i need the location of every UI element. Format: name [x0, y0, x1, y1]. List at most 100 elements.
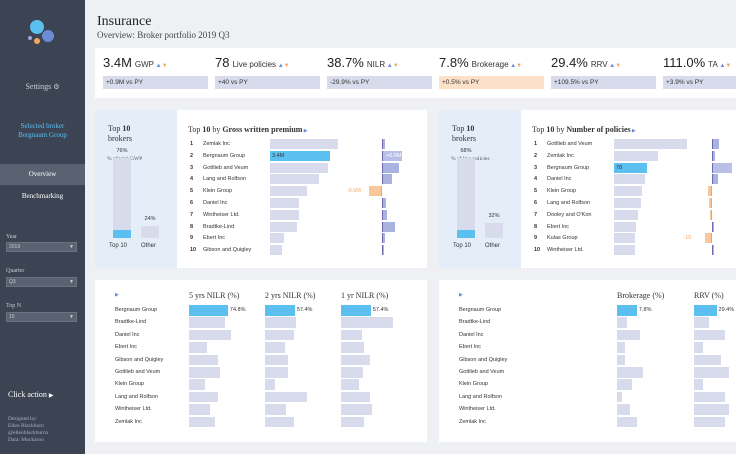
kpi-delta: +0.5% vs PY — [439, 76, 544, 89]
ranking-row[interactable]: 10 Gibson and Quigley — [188, 245, 423, 256]
gear-icon: ⚙ — [53, 83, 60, 91]
play-icon[interactable]: ▶ — [302, 129, 308, 134]
kpi-delta: -29.9% vs PY — [327, 76, 432, 89]
broker-name[interactable]: Zemlak Inc — [459, 419, 486, 425]
selected-broker: Selected broker Bergnaum Group — [0, 122, 85, 140]
ranking-row[interactable]: 1 Zemlak Inc — [188, 139, 423, 150]
rank-number: 9 — [534, 235, 538, 242]
broker-name: Gottlieb and Veum — [547, 141, 593, 147]
ranking-row[interactable]: 4 Daniel Inc — [532, 174, 736, 185]
ranking-row[interactable]: 9 Ebert Inc — [188, 233, 423, 244]
category-label: Top 10 — [109, 243, 128, 249]
metric-bar — [617, 329, 640, 341]
ranking-row[interactable]: 4 Lang and Rolfson — [188, 174, 423, 185]
metric-bar — [341, 379, 360, 390]
credit-line: @ellenblackburnx — [8, 430, 49, 436]
column-header: Brokerage (%) — [617, 291, 665, 300]
rank-number: 3 — [190, 164, 194, 171]
kpi-label: NILR — [366, 60, 386, 69]
metric-bar — [189, 404, 210, 415]
click-action-button[interactable]: Click action ▶ — [8, 390, 54, 399]
credit-line: Data: Mockaroo — [8, 437, 44, 443]
broker-name[interactable]: Bergnaum Group — [115, 307, 157, 313]
quarter-select[interactable]: Q3 ▼ — [6, 277, 77, 287]
ranking-row[interactable]: 3 Bergnaum Group 78 — [532, 162, 736, 174]
settings-label: Settings — [25, 82, 52, 91]
play-icon[interactable]: ▶ — [459, 292, 463, 298]
rank-number: 6 — [534, 200, 538, 206]
broker-name[interactable]: Klein Group — [115, 381, 144, 387]
kpi-card: 78 Live policies ▲▼ +40 vs PY — [215, 54, 320, 89]
arrow-up-icon: ▲ — [154, 63, 162, 69]
kpi-label: Brokerage — [471, 60, 509, 69]
ranking-row[interactable]: 8 Bradtke-Lind — [188, 221, 423, 233]
broker-name[interactable]: Bradtke-Lind — [115, 319, 146, 325]
chevron-down-icon: ▼ — [69, 314, 74, 320]
arrow-down-icon: ▼ — [392, 63, 399, 69]
ranking-row[interactable]: 3 Gottlieb and Veum — [188, 162, 423, 174]
play-icon[interactable]: ▶ — [631, 129, 636, 134]
ranking-row[interactable]: 2 Bergnaum Group 3.4M +0.9M — [188, 150, 423, 162]
ranking-row[interactable]: 7 Wintheiser Ltd. — [188, 209, 423, 221]
top-brokers-title: Top 10 brokers — [108, 124, 132, 144]
ranking-row[interactable]: 5 Klein Group -0.6M — [188, 186, 423, 197]
broker-name[interactable]: Gottlieb and Veum — [115, 369, 160, 375]
kpi-header: 29.4% RRV ▲▼ — [551, 54, 656, 72]
category-label: Top 10 — [453, 243, 472, 249]
broker-name[interactable]: Ebert Inc — [115, 344, 137, 350]
broker-name[interactable]: Daniel Inc — [115, 332, 139, 338]
ranking-row[interactable]: 9 Kulas Group -10 — [532, 233, 736, 244]
metric-bar — [265, 354, 289, 366]
delta-bar — [382, 174, 392, 185]
arrow-down-icon: ▼ — [725, 63, 732, 69]
topn-select[interactable]: 10 ▼ — [6, 312, 77, 322]
broker-name[interactable]: Wintheiser Ltd. — [459, 406, 496, 412]
broker-name[interactable]: Ebert Inc — [459, 344, 481, 350]
selected-broker-label: Selected broker — [20, 122, 65, 130]
broker-name[interactable]: Bergnaum Group — [459, 307, 501, 313]
broker-name[interactable]: Gibson and Quigley — [459, 357, 507, 363]
kpi-delta: +40 vs PY — [215, 76, 320, 89]
metric-bar — [617, 317, 628, 328]
broker-name: Ebert Inc — [203, 235, 226, 242]
kpi-header: 78 Live policies ▲▼ — [215, 54, 320, 72]
ranking-row[interactable]: 8 Ebert Inc — [532, 221, 736, 233]
broker-name: Bradtke-Lind — [203, 223, 235, 230]
metric-bar — [617, 354, 625, 366]
ranking-row[interactable]: 6 Lang and Rolfson — [532, 198, 736, 209]
nav-benchmarking[interactable]: Benchmarking — [0, 186, 85, 207]
broker-name[interactable]: Zemlak Inc — [115, 419, 142, 425]
other-share-label: 32% — [488, 212, 500, 219]
top-n-value: 10 — [466, 124, 475, 133]
nav-overview[interactable]: Overview — [0, 164, 85, 185]
kpi-value: 78 — [215, 55, 230, 70]
broker-name[interactable]: Daniel Inc — [459, 332, 483, 338]
kpi-value: 3.4M — [103, 55, 132, 70]
delta-bar — [382, 198, 386, 208]
broker-name[interactable]: Klein Group — [459, 381, 488, 387]
broker-name[interactable]: Lang and Rolfson — [115, 394, 158, 400]
broker-name[interactable]: Gibson and Quigley — [115, 357, 163, 363]
chevron-down-icon: ▼ — [69, 279, 74, 285]
ranking-row[interactable]: 5 Klein Group — [532, 186, 736, 197]
broker-name: Zemlak Inc — [203, 141, 230, 147]
broker-name: Kulas Group — [547, 235, 578, 242]
ranking-row[interactable]: 10 Wintheiser Ltd. — [532, 245, 736, 256]
ranking-row[interactable]: 2 Zemlak Inc — [532, 150, 736, 162]
year-select[interactable]: 2019 ▼ — [6, 242, 77, 252]
top-label: Top — [452, 124, 465, 133]
broker-name[interactable]: Gottlieb and Veum — [459, 369, 504, 375]
policies-panel: Top 10brokers% of live policies68%32%Top… — [439, 110, 736, 268]
quarter-value: Q3 — [9, 279, 16, 285]
broker-name[interactable]: Bradtke-Lind — [459, 319, 490, 325]
ranking-row[interactable]: 1 Gottlieb and Veum — [532, 139, 736, 150]
broker-name[interactable]: Wintheiser Ltd. — [115, 406, 152, 412]
settings-button[interactable]: Settings ⚙ — [0, 82, 85, 91]
delta-bar — [705, 233, 712, 244]
top-n-value: 10 — [122, 124, 131, 133]
ranking-row[interactable]: 7 Dooley and O'Kon — [532, 209, 736, 221]
ranking-row[interactable]: 6 Daniel Inc — [188, 198, 423, 209]
broker-name[interactable]: Lang and Rolfson — [459, 394, 502, 400]
value-label: 78 — [616, 164, 623, 171]
play-icon[interactable]: ▶ — [115, 292, 119, 298]
